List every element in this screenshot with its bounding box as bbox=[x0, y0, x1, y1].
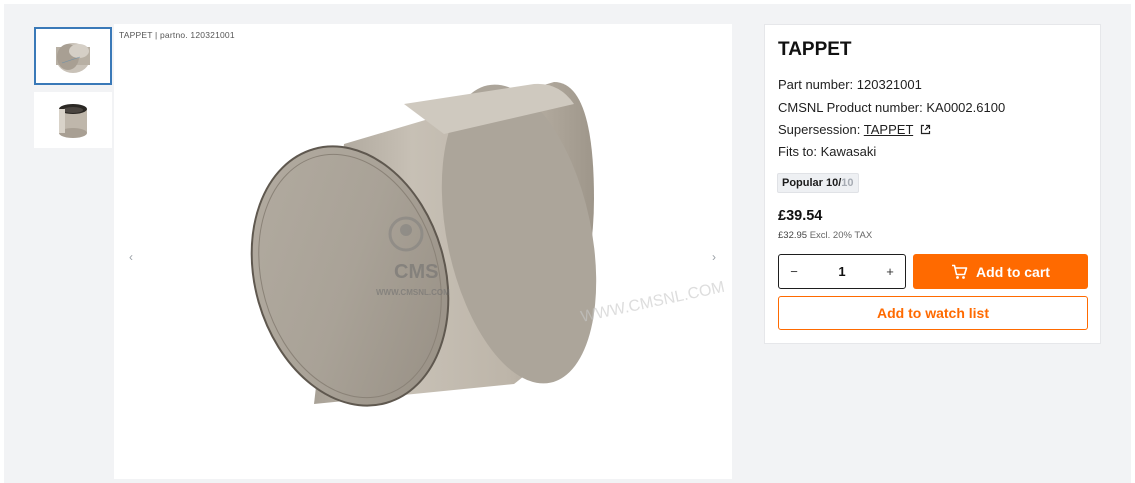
external-link-icon[interactable] bbox=[920, 124, 931, 135]
product-image-gallery: CMS WWW.CMSNL.COM WWW.CMSNL.COM TAPPET |… bbox=[114, 24, 732, 479]
fits-to-label: Fits to: bbox=[778, 144, 818, 159]
part-number-label: Part number: bbox=[778, 77, 854, 92]
part-number-row: Part number: 120321001 bbox=[778, 77, 922, 92]
thumbnail-2[interactable] bbox=[34, 92, 112, 148]
part-number-value: 120321001 bbox=[856, 77, 922, 92]
supersession-link[interactable]: TAPPET bbox=[864, 122, 913, 137]
chevron-left-icon[interactable]: ‹ bbox=[124, 250, 138, 264]
quantity-stepper: − 1 + bbox=[778, 254, 906, 289]
add-to-watch-list-button[interactable]: Add to watch list bbox=[778, 296, 1088, 330]
cmsnl-number-label: CMSNL Product number: bbox=[778, 100, 923, 115]
decrease-quantity-button[interactable]: − bbox=[788, 264, 800, 279]
add-to-cart-label: Add to cart bbox=[976, 263, 1050, 280]
image-caption: TAPPET | partno. 120321001 bbox=[119, 30, 235, 40]
chevron-right-icon[interactable]: › bbox=[707, 250, 721, 264]
popularity-badge: Popular 10/10 bbox=[777, 173, 859, 193]
add-to-cart-button[interactable]: Add to cart bbox=[913, 254, 1088, 289]
tappet-thumbnail-image bbox=[56, 43, 90, 73]
cart-icon bbox=[952, 264, 968, 279]
price-excl-row: £32.95 Excl. 20% TAX bbox=[778, 230, 872, 241]
supersession-row: Supersession: TAPPET bbox=[778, 122, 931, 137]
popularity-label: Popular 10/ bbox=[782, 177, 842, 189]
popularity-max: 10 bbox=[841, 177, 854, 189]
watermark-logo-text: CMS bbox=[394, 261, 438, 283]
price-excl-tax: £32.95 bbox=[778, 230, 808, 241]
cmsnl-number-value: KA0002.6100 bbox=[926, 100, 1006, 115]
tax-note: Excl. 20% TAX bbox=[809, 230, 873, 241]
fits-to-row: Fits to: Kawasaki bbox=[778, 144, 876, 159]
tappet-thumbnail-image-alt bbox=[59, 104, 87, 138]
thumbnail-1[interactable] bbox=[34, 27, 112, 85]
watermark-repeat-text: WWW.CMSNL.COM bbox=[579, 279, 726, 326]
price-incl-tax: £39.54 bbox=[778, 208, 823, 224]
watermark-site-text: WWW.CMSNL.COM bbox=[376, 288, 450, 297]
fits-to-value: Kawasaki bbox=[820, 144, 877, 159]
product-info-card: TAPPET Part number: 120321001 CMSNL Prod… bbox=[764, 24, 1101, 344]
add-to-watch-list-label: Add to watch list bbox=[877, 305, 989, 321]
quantity-input[interactable]: 1 bbox=[838, 264, 845, 279]
product-title: TAPPET bbox=[778, 39, 852, 60]
increase-quantity-button[interactable]: + bbox=[884, 264, 896, 279]
cmsnl-number-row: CMSNL Product number: KA0002.6100 bbox=[778, 100, 1005, 115]
tappet-product-image: CMS WWW.CMSNL.COM WWW.CMSNL.COM bbox=[250, 82, 726, 407]
supersession-label: Supersession: bbox=[778, 122, 861, 137]
